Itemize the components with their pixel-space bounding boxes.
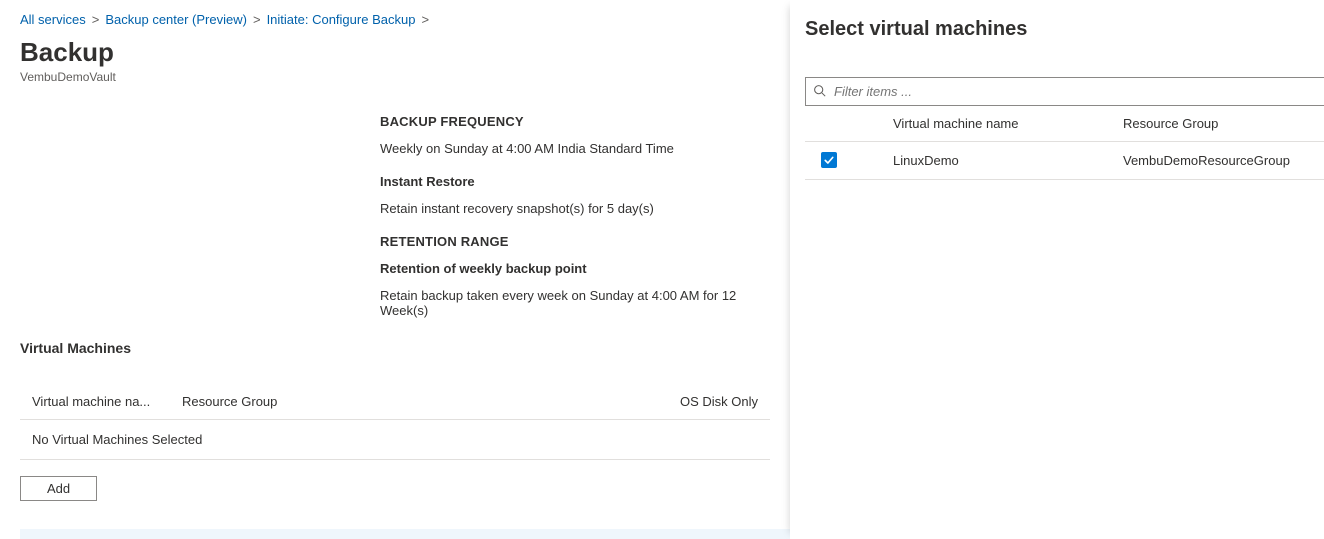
- backup-frequency-heading: BACKUP FREQUENCY: [380, 114, 760, 129]
- page-title: Backup: [20, 37, 770, 68]
- instant-restore-heading: Instant Restore: [380, 174, 760, 189]
- chevron-right-icon: >: [253, 12, 261, 27]
- vm-table-header-row: Virtual machine na... Resource Group OS …: [20, 384, 770, 420]
- vm-table: Virtual machine na... Resource Group OS …: [20, 384, 770, 460]
- breadcrumb-link-backup-center[interactable]: Backup center (Preview): [105, 12, 247, 27]
- bottom-action-bar: [20, 529, 790, 539]
- policy-summary: BACKUP FREQUENCY Weekly on Sunday at 4:0…: [380, 114, 760, 318]
- vm-col-rg[interactable]: Resource Group: [170, 384, 650, 420]
- select-vm-col-checkbox: [805, 106, 849, 142]
- add-button[interactable]: Add: [20, 476, 97, 501]
- breadcrumb-link-all-services[interactable]: All services: [20, 12, 86, 27]
- virtual-machines-heading: Virtual Machines: [20, 340, 770, 356]
- select-vm-col-spacer: [849, 106, 883, 142]
- page-subtitle: VembuDemoVault: [20, 70, 770, 84]
- vm-col-name[interactable]: Virtual machine na...: [20, 384, 170, 420]
- select-vm-panel: Select virtual machines Virtual machine …: [790, 0, 1324, 539]
- vm-empty-text: No Virtual Machines Selected: [20, 420, 770, 460]
- vm-row-checkbox[interactable]: [821, 152, 837, 168]
- vm-col-osdisk[interactable]: OS Disk Only: [650, 384, 770, 420]
- breadcrumb: All services > Backup center (Preview) >…: [20, 12, 770, 27]
- instant-restore-text: Retain instant recovery snapshot(s) for …: [380, 201, 760, 216]
- retention-range-heading: RETENTION RANGE: [380, 234, 760, 249]
- select-vm-row[interactable]: LinuxDemo VembuDemoResourceGroup: [805, 142, 1324, 180]
- retention-weekly-heading: Retention of weekly backup point: [380, 261, 760, 276]
- vm-table-empty-row: No Virtual Machines Selected: [20, 420, 770, 460]
- select-vm-col-rg[interactable]: Resource Group: [1113, 106, 1324, 142]
- select-vm-header-row: Virtual machine name Resource Group: [805, 106, 1324, 142]
- chevron-right-icon: >: [421, 12, 429, 27]
- select-vm-table: Virtual machine name Resource Group Linu…: [805, 106, 1324, 180]
- chevron-right-icon: >: [92, 12, 100, 27]
- main-pane: All services > Backup center (Preview) >…: [0, 0, 790, 539]
- backup-frequency-text: Weekly on Sunday at 4:00 AM India Standa…: [380, 141, 760, 156]
- filter-input[interactable]: [805, 77, 1324, 106]
- vm-row-name: LinuxDemo: [883, 142, 1113, 180]
- select-vm-title: Select virtual machines: [805, 18, 1324, 41]
- filter-wrap: [805, 77, 1324, 106]
- vm-row-rg: VembuDemoResourceGroup: [1113, 142, 1324, 180]
- breadcrumb-link-initiate-configure[interactable]: Initiate: Configure Backup: [267, 12, 416, 27]
- select-vm-col-name[interactable]: Virtual machine name: [883, 106, 1113, 142]
- retention-weekly-text: Retain backup taken every week on Sunday…: [380, 288, 760, 318]
